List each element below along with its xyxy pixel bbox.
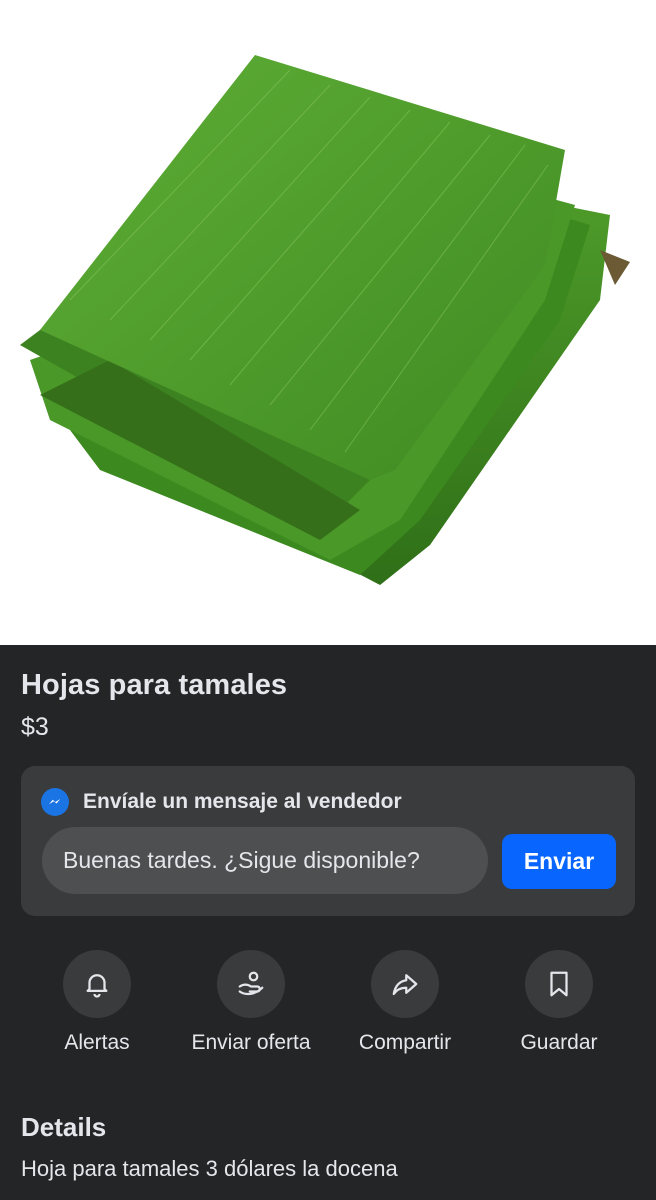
offer-icon (238, 971, 264, 996)
message-seller-card: Envíale un mensaje al vendedor Buenas ta… (21, 766, 635, 916)
bell-icon (86, 974, 108, 998)
messenger-icon (41, 788, 69, 816)
listing-title: Hojas para tamales (21, 669, 288, 701)
save-button[interactable]: Guardar (479, 950, 639, 1055)
action-bar: Alertas Enviar oferta Compartir Guardar (0, 950, 656, 1060)
bookmark-icon (550, 971, 568, 997)
share-button[interactable]: Compartir (325, 950, 485, 1055)
message-seller-label: Envíale un mensaje al vendedor (83, 790, 402, 813)
listing-price: $3 (21, 713, 49, 741)
save-circle[interactable] (525, 950, 593, 1018)
message-input[interactable]: Buenas tardes. ¿Sigue disponible? (42, 827, 488, 894)
save-label: Guardar (520, 1031, 598, 1054)
alerts-label: Alertas (64, 1031, 130, 1054)
send-offer-circle[interactable] (217, 950, 285, 1018)
share-icon (392, 974, 418, 996)
alerts-circle[interactable] (63, 950, 131, 1018)
details-heading: Details (21, 1112, 107, 1142)
share-label: Compartir (358, 1031, 452, 1054)
banana-leaves-image (20, 55, 630, 585)
send-button[interactable]: Enviar (502, 834, 616, 889)
share-circle[interactable] (371, 950, 439, 1018)
alerts-button[interactable]: Alertas (17, 950, 177, 1055)
message-seller-header: Envíale un mensaje al vendedor (41, 788, 402, 816)
send-offer-label: Enviar oferta (191, 1031, 311, 1054)
listing-photo[interactable] (0, 0, 656, 645)
listing-info: Hojas para tamales $3 Envíale un mensaje… (0, 645, 656, 1200)
send-offer-button[interactable]: Enviar oferta (171, 950, 331, 1055)
details-description: Hoja para tamales 3 dólares la docena (21, 1156, 398, 1181)
